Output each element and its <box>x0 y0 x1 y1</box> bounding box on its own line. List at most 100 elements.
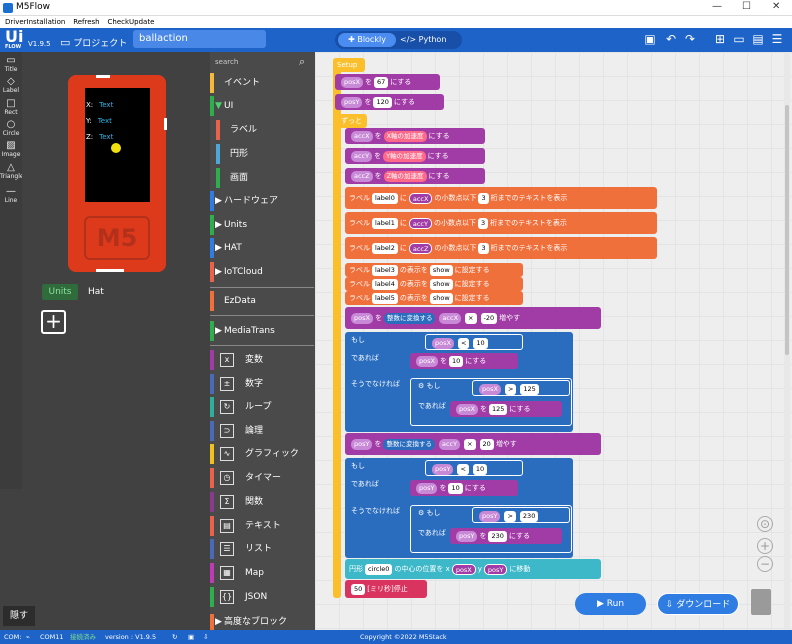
forever-loop-block[interactable]: ずっと <box>337 114 367 128</box>
category-loops[interactable]: ↻ ループ <box>210 397 314 419</box>
tool-image[interactable]: ▨ Image <box>0 140 22 158</box>
tool-label[interactable]: ◇ Label <box>0 76 22 94</box>
close-button[interactable]: ✕ <box>772 1 780 12</box>
category-units[interactable]: ▶ Units <box>210 215 314 237</box>
set-posx-block[interactable]: posX を 67 にする <box>335 74 440 90</box>
increase-posy-block[interactable]: posY を整数に変換する accY × 20 増やす <box>345 433 601 455</box>
category-variables[interactable]: x 変数 <box>210 350 314 372</box>
settings-icon[interactable]: ☰ <box>770 32 784 46</box>
category-graphic[interactable]: ∿ グラフィック <box>210 444 314 466</box>
new-file-icon[interactable]: ⊞ <box>713 32 727 46</box>
compare-posy-lt[interactable]: posY <10 <box>425 460 523 476</box>
category-advanced[interactable]: ▶ 高度なブロック <box>210 614 314 630</box>
compare-posx-gt[interactable]: posX >125 <box>472 380 570 396</box>
download-status-icon[interactable]: ⇩ <box>203 630 208 644</box>
category-map[interactable]: ▦ Map <box>210 563 314 585</box>
search-icon[interactable]: ⌕ <box>299 55 305 69</box>
category-event[interactable]: イベント <box>210 73 314 95</box>
expand-icon: ▼ <box>215 101 222 111</box>
zoom-in-icon[interactable]: + <box>757 538 773 554</box>
category-ezdata[interactable]: EzData <box>210 291 314 313</box>
screen-label-x[interactable]: X: Text <box>86 101 113 109</box>
minimize-button[interactable]: — <box>712 1 722 12</box>
trash-icon[interactable] <box>751 589 771 615</box>
save-icon[interactable]: ▤ <box>751 32 765 46</box>
set-posx-125-block[interactable]: posX を 125 にする <box>450 401 562 417</box>
category-list[interactable]: ☰ リスト <box>210 539 314 561</box>
tool-title[interactable]: ▭ Title <box>0 55 22 73</box>
category-functions[interactable]: Σ 関数 <box>210 492 314 514</box>
palette-divider <box>210 345 314 346</box>
category-timer[interactable]: ◷ タイマー <box>210 468 314 490</box>
connection-status: 接続済み <box>70 633 96 641</box>
set-accz-block[interactable]: accZ を Z軸の加速度 にする <box>345 168 485 184</box>
tab-hat[interactable]: Hat <box>88 284 104 300</box>
label0-set-text-block[interactable]: ラベル label0 に accX の小数点以下 3 桁までのテキストを表示 <box>345 187 657 209</box>
box-icon[interactable]: ▣ <box>188 630 194 644</box>
menu-check-update[interactable]: CheckUpdate <box>108 16 155 28</box>
undo-icon[interactable]: ↶ <box>664 32 678 46</box>
download-button[interactable]: ⇩ ダウンロード <box>657 593 739 615</box>
set-posx-10-block[interactable]: posX を 10 にする <box>410 353 518 369</box>
label4-show-block[interactable]: ラベル label4 の表示を show に設定する <box>345 277 523 291</box>
tool-triangle[interactable]: △ Triangle <box>0 162 24 180</box>
compare-posx-lt[interactable]: posX <10 <box>425 334 523 350</box>
project-name-input[interactable]: ballaction <box>133 30 266 48</box>
category-logic[interactable]: ⊃ 論理 <box>210 421 314 443</box>
workspace-scroll-thumb[interactable] <box>785 105 789 355</box>
tool-line[interactable]: — Line <box>0 186 22 204</box>
label3-show-block[interactable]: ラベル label3 の表示を show に設定する <box>345 263 523 277</box>
device-side-button <box>164 118 167 130</box>
category-ui[interactable]: ▼ UI <box>210 96 314 118</box>
wait-ms-block[interactable]: 50 [ミリ秒]停止 <box>345 580 427 598</box>
tool-rect[interactable]: □ Rect <box>0 98 22 116</box>
hide-button[interactable]: 隠す <box>3 606 35 626</box>
run-button[interactable]: ▶ Run <box>575 593 646 615</box>
com-port[interactable]: COM11 <box>40 630 64 644</box>
tool-circle[interactable]: ○ Circle <box>0 119 22 137</box>
refresh-icon[interactable]: ↻ <box>172 630 177 644</box>
screen-label-z[interactable]: Z: Text <box>86 133 113 141</box>
set-accx-block[interactable]: accX を X軸の加速度 にする <box>345 128 485 144</box>
tab-units[interactable]: Units <box>42 284 78 300</box>
category-circle[interactable]: 円形 <box>210 144 314 166</box>
set-posy-block[interactable]: posY を 120 にする <box>335 94 444 110</box>
set-accy-block[interactable]: accY を Y軸の加速度 にする <box>345 148 485 164</box>
category-iotcloud[interactable]: ▶ IoTCloud <box>210 262 314 284</box>
variable-icon: x <box>220 353 234 367</box>
screen-label-y[interactable]: Y: Text <box>86 117 112 125</box>
folder-icon: ▭ <box>60 36 71 49</box>
label5-show-block[interactable]: ラベル label5 の表示を show に設定する <box>345 291 523 305</box>
set-posy-10-block[interactable]: posY を 10 にする <box>410 480 518 496</box>
inner-if-label: ⚙ もし <box>418 509 441 517</box>
increase-posx-block[interactable]: posX を整数に変換する accX × -20 増やす <box>345 307 601 329</box>
circle-move-block[interactable]: 円形 circle0 の中心の位置を x posX y posY に移動 <box>345 559 601 579</box>
category-label[interactable]: ラベル <box>210 120 314 142</box>
graph-icon: ∿ <box>220 447 234 461</box>
category-hat[interactable]: ▶ HAT <box>210 238 314 260</box>
gear-icon: ⚙ <box>418 509 427 517</box>
category-json[interactable]: {} JSON <box>210 587 314 609</box>
category-text[interactable]: ▤ テキスト <box>210 516 314 538</box>
category-hardware[interactable]: ▶ ハードウェア <box>210 191 314 213</box>
category-math[interactable]: ± 数字 <box>210 374 314 396</box>
maximize-button[interactable]: ☐ <box>742 1 751 12</box>
menu-refresh[interactable]: Refresh <box>73 16 99 28</box>
setup-block[interactable]: Setup <box>333 58 365 72</box>
redo-icon[interactable]: ↷ <box>683 32 697 46</box>
device-icon[interactable]: ▣ <box>643 32 657 46</box>
python-mode-button[interactable]: </> Python <box>400 33 458 47</box>
blockly-mode-button[interactable]: ✚ Blockly <box>338 33 396 47</box>
set-posy-230-block[interactable]: posY を 230 にする <box>450 528 562 544</box>
screen-circle[interactable] <box>111 143 121 153</box>
open-folder-icon[interactable]: ▭ <box>732 32 746 46</box>
compare-posy-gt[interactable]: posY >230 <box>472 507 570 523</box>
zoom-out-icon[interactable]: − <box>757 556 773 572</box>
category-screen[interactable]: 画面 <box>210 168 314 190</box>
label2-set-text-block[interactable]: ラベル label2 に accZ の小数点以下 3 桁までのテキストを表示 <box>345 237 657 259</box>
center-view-icon[interactable]: ⊙ <box>757 516 773 532</box>
logic-icon: ⊃ <box>220 424 234 438</box>
add-unit-button[interactable]: + <box>41 310 66 334</box>
category-mediatrans[interactable]: ▶ MediaTrans <box>210 321 314 343</box>
label1-set-text-block[interactable]: ラベル label1 に accY の小数点以下 3 桁までのテキストを表示 <box>345 212 657 234</box>
